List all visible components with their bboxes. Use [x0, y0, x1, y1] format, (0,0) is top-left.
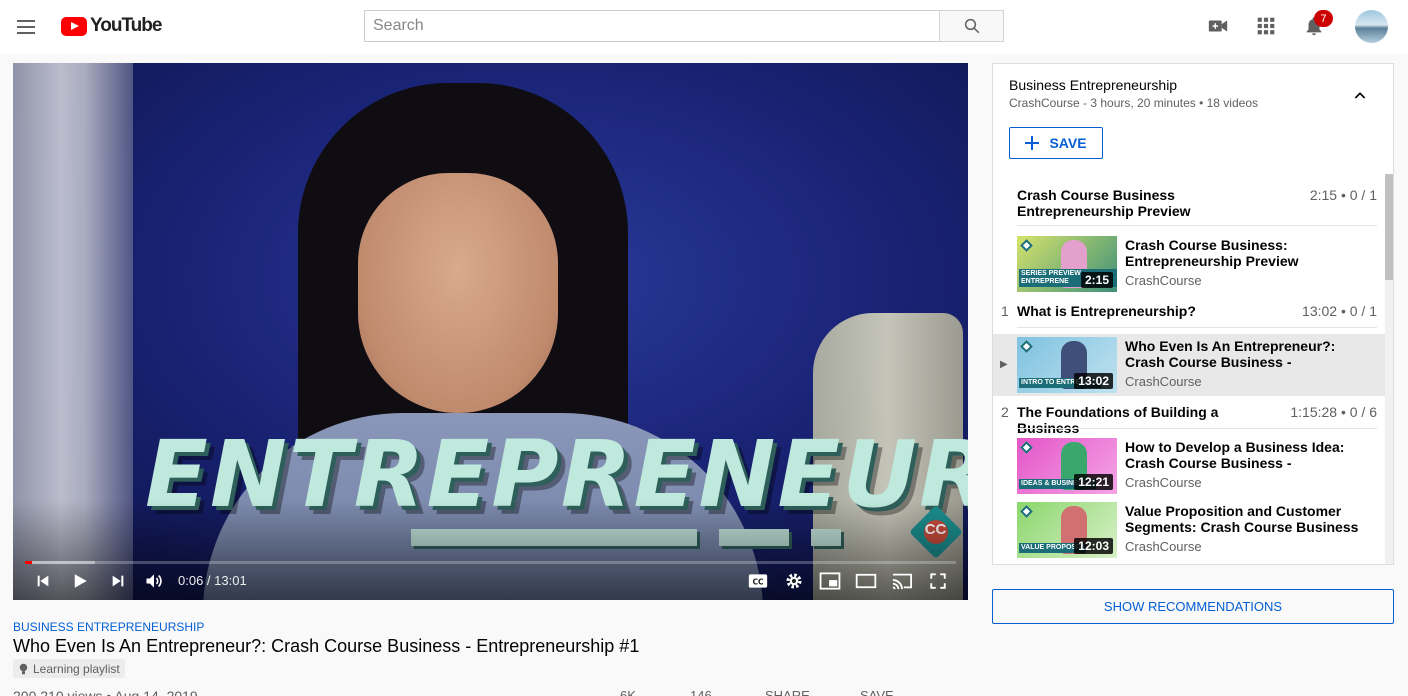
playlist-subtitle: CrashCourse - 3 hours, 20 minutes • 18 v… — [1009, 96, 1258, 110]
progress-bar[interactable] — [25, 561, 956, 564]
playlist-video-item[interactable]: VALUE PROPOSITI 12:03 Value Proposition … — [993, 499, 1385, 561]
section-meta: 13:02 • 0 / 1 — [1302, 303, 1377, 319]
playlist-title[interactable]: Business Entrepreneurship — [1009, 77, 1177, 93]
video-duration: 12:03 — [1074, 538, 1113, 554]
video-item-channel: CrashCourse — [1125, 475, 1202, 490]
video-thumbnail[interactable]: VALUE PROPOSITI 12:03 — [1017, 502, 1117, 558]
dislike-button[interactable]: 146 — [690, 688, 712, 696]
save-playlist-button[interactable]: SAVE — [1009, 127, 1103, 159]
hamburger-menu-icon[interactable] — [14, 15, 38, 39]
video-item-channel: CrashCourse — [1125, 539, 1202, 554]
section-divider — [1017, 225, 1377, 226]
like-count: 6K — [620, 688, 636, 696]
time-display: 0:06 / 13:01 — [178, 573, 247, 588]
crashcourse-diamond-icon — [1020, 239, 1033, 252]
section-divider — [1017, 428, 1377, 429]
video-item-channel: CrashCourse — [1125, 273, 1202, 288]
video-frame-face — [358, 173, 558, 413]
notification-count-badge: 7 — [1314, 10, 1333, 27]
search-button[interactable] — [939, 10, 1004, 42]
playlist-video-item-active[interactable]: ▶ INTRO TO ENTREPREN 13:02 Who Even Is A… — [993, 334, 1385, 396]
save-video-button[interactable]: SAVE — [860, 688, 894, 696]
share-button[interactable]: SHARE — [765, 688, 810, 696]
play-icon[interactable] — [66, 569, 94, 593]
search-icon — [964, 18, 979, 34]
progress-played — [25, 561, 33, 564]
masthead: YouTube Search 7 — [0, 0, 1408, 54]
search-input[interactable]: Search — [364, 10, 940, 42]
plus-icon — [1025, 136, 1040, 150]
views-and-date: 200,210 views • Aug 14, 2019 — [13, 688, 198, 696]
volume-icon[interactable] — [140, 569, 168, 593]
section-meta: 2:15 • 0 / 1 — [1309, 187, 1377, 203]
playlist-section[interactable]: 2 The Foundations of Building a Business… — [993, 399, 1385, 436]
create-video-icon[interactable] — [1206, 14, 1230, 38]
svg-text:CC: CC — [752, 577, 764, 586]
video-thumbnail[interactable]: IDEAS & BUSINESS P 12:21 — [1017, 438, 1117, 494]
section-title: The Foundations of Building a Business — [1017, 404, 1219, 436]
progress-buffered — [25, 561, 95, 564]
now-playing-triangle-icon: ▶ — [1000, 359, 1008, 370]
video-duration: 2:15 — [1080, 272, 1113, 288]
crashcourse-diamond-icon — [1020, 505, 1033, 518]
like-button[interactable]: 6K — [620, 688, 636, 696]
video-item-title: Crash Course Business: Entrepreneurship … — [1125, 237, 1299, 269]
section-number: 1 — [1001, 303, 1009, 319]
chip-label: Learning playlist — [33, 661, 120, 676]
crashcourse-diamond-icon — [1020, 340, 1033, 353]
video-thumbnail[interactable]: SERIES PREVIEW ENTREPRENE 2:15 — [1017, 236, 1117, 292]
crashcourse-diamond-icon — [1020, 441, 1033, 454]
fullscreen-icon[interactable] — [924, 569, 952, 593]
video-item-title: Who Even Is An Entrepreneur?: Crash Cour… — [1125, 338, 1336, 370]
save-playlist-label: SAVE — [1049, 135, 1087, 151]
previous-video-icon[interactable] — [29, 569, 57, 593]
subtitles-cc-icon[interactable]: CC — [744, 569, 772, 593]
scrollbar-thumb[interactable] — [1385, 174, 1393, 280]
miniplayer-icon[interactable] — [816, 569, 844, 593]
hashtag-link[interactable]: BUSINESS ENTREPRENEURSHIP — [13, 620, 204, 634]
apps-grid-icon[interactable] — [1254, 14, 1278, 38]
playlist-items[interactable]: Crash Course Business Entrepreneurship P… — [993, 174, 1385, 564]
show-recommendations-button[interactable]: SHOW RECOMMENDATIONS — [992, 589, 1394, 624]
playlist-video-item[interactable]: IDEAS & BUSINESS P 12:21 How to Develop … — [993, 435, 1385, 497]
cast-icon[interactable] — [888, 569, 916, 593]
video-thumbnail[interactable]: INTRO TO ENTREPREN 13:02 — [1017, 337, 1117, 393]
video-item-channel: CrashCourse — [1125, 374, 1202, 389]
section-divider — [1017, 327, 1377, 328]
dislike-count: 146 — [690, 688, 712, 696]
video-item-title: Value Proposition and Customer Segments:… — [1125, 503, 1359, 535]
youtube-play-logo-icon — [61, 16, 87, 36]
lightbulb-icon — [19, 663, 28, 674]
video-duration: 12:21 — [1074, 474, 1113, 490]
section-number: 2 — [1001, 404, 1009, 420]
playlist-video-item[interactable]: SERIES PREVIEW ENTREPRENE 2:15 Crash Cou… — [993, 233, 1385, 295]
video-player[interactable]: ENTREPRENEUR CC 0:06 / 13:01 CC — [13, 63, 968, 600]
playlist-section[interactable]: 1 What is Entrepreneurship? 13:02 • 0 / … — [993, 298, 1385, 328]
share-label: SHARE — [765, 688, 810, 696]
video-title: Who Even Is An Entrepreneur?: Crash Cour… — [13, 636, 640, 656]
learning-playlist-chip: Learning playlist — [13, 659, 125, 678]
collapse-chevron-up-icon[interactable] — [1348, 84, 1372, 108]
youtube-logo[interactable]: YouTube — [61, 15, 162, 37]
playlist-section[interactable]: Crash Course Business Entrepreneurship P… — [993, 182, 1385, 226]
next-video-icon[interactable] — [104, 569, 132, 593]
video-item-title: How to Develop a Business Idea: Crash Co… — [1125, 439, 1345, 471]
settings-gear-icon[interactable] — [780, 569, 808, 593]
section-title: Crash Course Business Entrepreneurship P… — [1017, 187, 1191, 219]
section-meta: 1:15:28 • 0 / 6 — [1290, 404, 1377, 420]
video-duration: 13:02 — [1074, 373, 1113, 389]
playlist-panel: Business Entrepreneurship CrashCourse - … — [992, 63, 1394, 565]
theater-mode-icon[interactable] — [852, 569, 880, 593]
logo-text: YouTube — [90, 15, 162, 36]
save-video-label: SAVE — [860, 688, 894, 696]
avatar[interactable] — [1355, 10, 1388, 43]
section-title: What is Entrepreneurship? — [1017, 303, 1196, 319]
playlist-scrollbar[interactable] — [1385, 174, 1393, 564]
